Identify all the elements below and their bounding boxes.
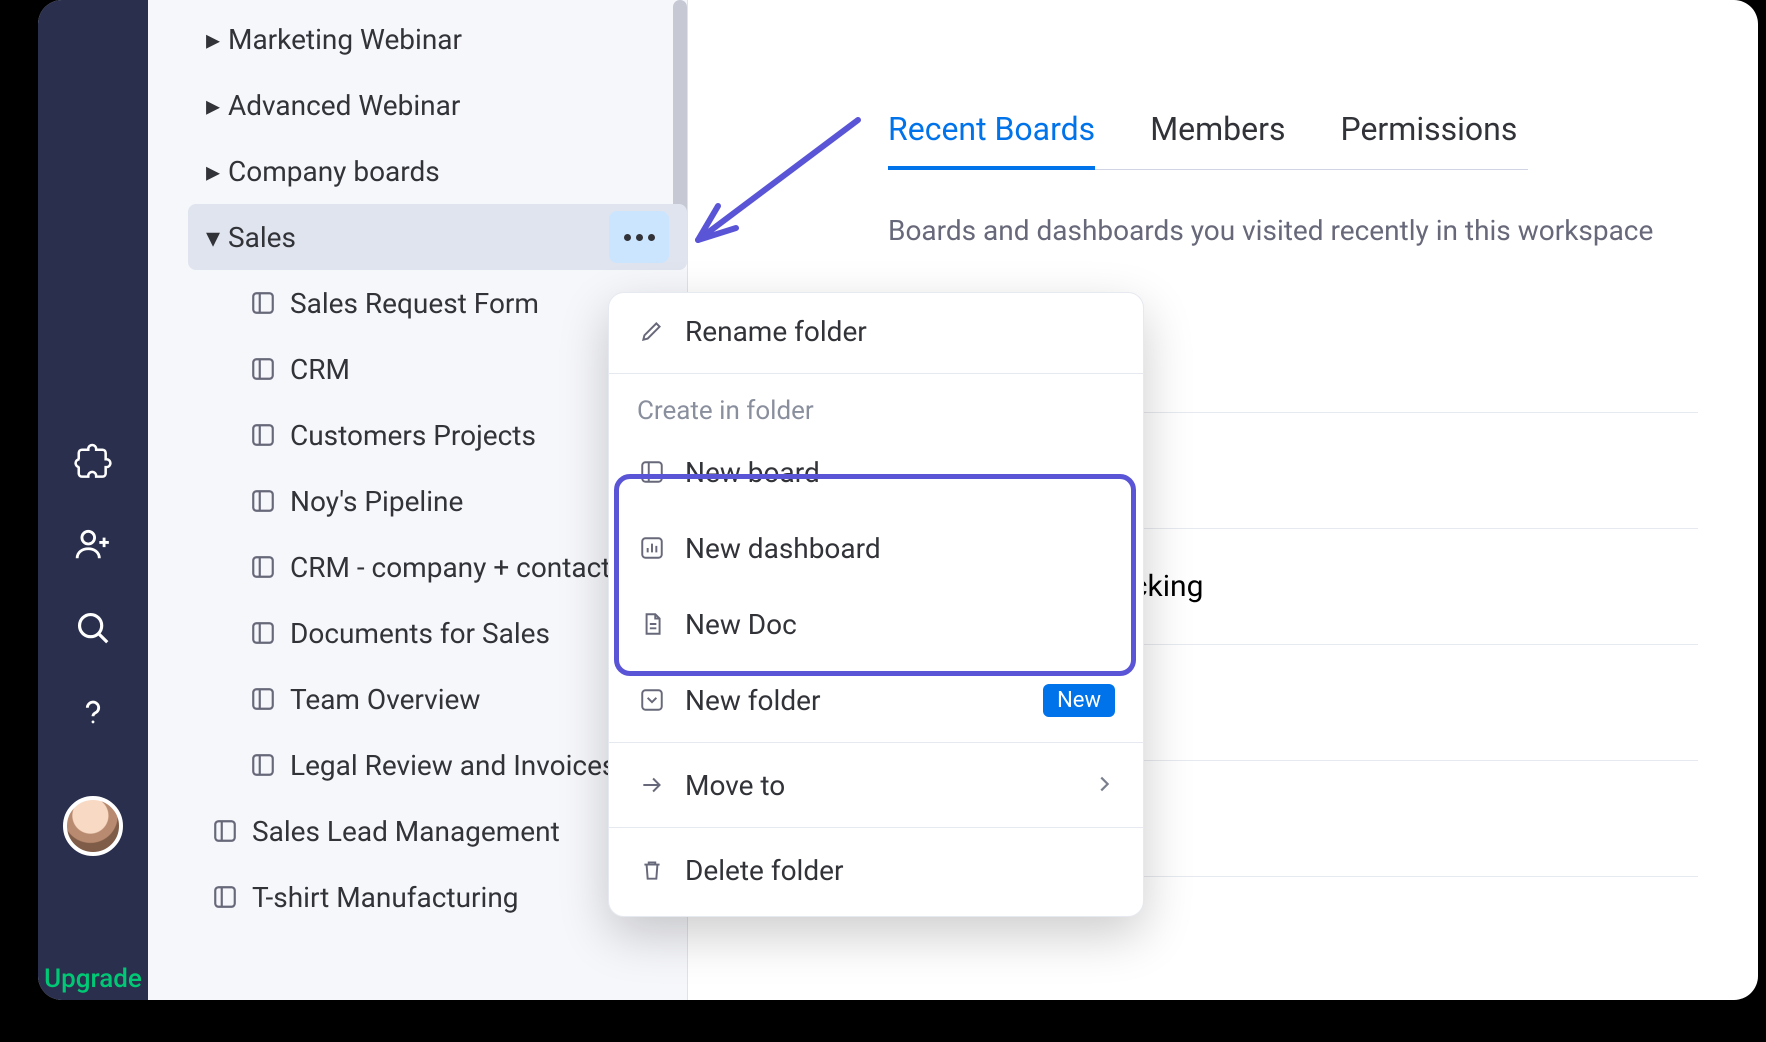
menu-item-label: New Doc xyxy=(685,608,797,641)
search-icon[interactable] xyxy=(73,608,113,648)
menu-new-doc[interactable]: New Doc xyxy=(609,586,1143,662)
board-icon xyxy=(248,620,278,646)
folder-company-boards[interactable]: ▸ Company boards xyxy=(188,138,687,204)
tab-recent-boards[interactable]: Recent Boards xyxy=(888,110,1095,170)
board-icon xyxy=(210,818,240,844)
arrow-right-icon xyxy=(637,772,667,798)
menu-new-dashboard[interactable]: New dashboard xyxy=(609,510,1143,586)
tab-bar: Recent Boards Members Permissions xyxy=(888,110,1528,170)
sidebar-scrollbar[interactable] xyxy=(673,0,687,220)
folder-marketing-webinar[interactable]: ▸ Marketing Webinar xyxy=(188,6,687,72)
board-icon xyxy=(248,290,278,316)
left-rail: Upgrade xyxy=(38,0,148,1000)
tab-members[interactable]: Members xyxy=(1150,110,1285,169)
board-label: Team Overview xyxy=(290,683,480,716)
caret-down-icon: ▾ xyxy=(198,221,228,254)
folder-label: Sales xyxy=(228,221,296,254)
board-label: Noy's Pipeline xyxy=(290,485,463,518)
menu-section-header: Create in folder xyxy=(609,378,1143,434)
caret-right-icon: ▸ xyxy=(198,155,228,188)
chevron-box-icon xyxy=(637,687,667,713)
avatar[interactable] xyxy=(63,796,123,856)
upgrade-link[interactable]: Upgrade xyxy=(44,964,142,994)
app-window: Upgrade ▸ Marketing Webinar ▸ Advanced W… xyxy=(38,0,1758,1000)
caret-right-icon: ▸ xyxy=(198,23,228,56)
menu-separator xyxy=(609,827,1143,828)
chevron-right-icon xyxy=(1093,769,1115,802)
menu-item-label: New dashboard xyxy=(685,532,881,565)
caret-right-icon: ▸ xyxy=(198,89,228,122)
menu-item-label: New folder xyxy=(685,684,820,717)
menu-item-label: New board xyxy=(685,456,820,489)
board-label: CRM - company + contacts xyxy=(290,551,625,584)
sidebar: ▸ Marketing Webinar ▸ Advanced Webinar ▸… xyxy=(148,0,688,1000)
board-label: Sales Lead Management xyxy=(252,815,560,848)
new-badge: New xyxy=(1043,684,1115,717)
board-label: T-shirt Manufacturing xyxy=(252,881,519,914)
puzzle-icon[interactable] xyxy=(73,440,113,480)
folder-label: Advanced Webinar xyxy=(228,89,460,122)
board-label: Documents for Sales xyxy=(290,617,550,650)
add-user-icon[interactable] xyxy=(73,524,113,564)
board-label: Sales Request Form xyxy=(290,287,539,320)
chart-icon xyxy=(637,535,667,561)
board-icon xyxy=(248,554,278,580)
menu-rename-folder[interactable]: Rename folder xyxy=(609,293,1143,369)
pencil-icon xyxy=(637,318,667,344)
board-label: Customers Projects xyxy=(290,419,536,452)
trash-icon xyxy=(637,857,667,883)
folder-more-button[interactable] xyxy=(609,211,669,263)
menu-new-folder[interactable]: New folder New xyxy=(609,662,1143,738)
folder-label: Company boards xyxy=(228,155,440,188)
menu-item-label: Move to xyxy=(685,769,785,802)
folder-label: Marketing Webinar xyxy=(228,23,462,56)
board-icon xyxy=(248,686,278,712)
doc-icon xyxy=(637,611,667,637)
tab-subtitle: Boards and dashboards you visited recent… xyxy=(888,214,1698,247)
menu-new-board[interactable]: New board xyxy=(609,434,1143,510)
tab-permissions[interactable]: Permissions xyxy=(1340,110,1517,169)
menu-item-label: Rename folder xyxy=(685,315,867,348)
menu-move-to[interactable]: Move to xyxy=(609,747,1143,823)
board-icon xyxy=(248,488,278,514)
board-icon xyxy=(210,884,240,910)
board-icon xyxy=(248,356,278,382)
menu-item-label: Delete folder xyxy=(685,854,843,887)
folder-advanced-webinar[interactable]: ▸ Advanced Webinar xyxy=(188,72,687,138)
menu-separator xyxy=(609,742,1143,743)
folder-context-menu: Rename folder Create in folder New board… xyxy=(608,292,1144,917)
board-label: CRM xyxy=(290,353,350,386)
board-icon xyxy=(248,422,278,448)
board-icon xyxy=(637,459,667,485)
workspace-tree: ▸ Marketing Webinar ▸ Advanced Webinar ▸… xyxy=(148,6,687,930)
help-icon[interactable] xyxy=(73,692,113,732)
menu-delete-folder[interactable]: Delete folder xyxy=(609,832,1143,908)
board-label: Legal Review and Invoices xyxy=(290,749,616,782)
folder-sales[interactable]: ▾ Sales xyxy=(188,204,687,270)
board-icon xyxy=(248,752,278,778)
menu-separator xyxy=(609,373,1143,374)
